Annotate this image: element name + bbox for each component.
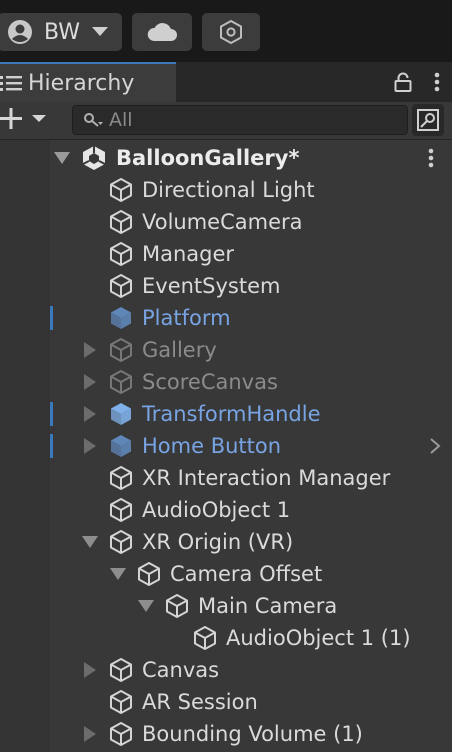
prefab-override-indicator	[50, 402, 53, 426]
tree-item-label: Bounding Volume (1)	[142, 722, 363, 746]
hierarchy-tree: BalloonGallery* Directional Light Volume…	[0, 140, 452, 752]
kebab-menu-icon[interactable]	[428, 148, 434, 168]
gameobject-cube-icon	[107, 528, 135, 556]
tree-item[interactable]: Manager	[0, 238, 452, 270]
expand-arrow-icon[interactable]	[54, 150, 70, 166]
hierarchy-list-icon	[0, 74, 22, 92]
top-toolbar: BW	[0, 0, 452, 62]
gameobject-cube-icon	[191, 624, 219, 652]
search-icon	[83, 112, 105, 128]
plus-icon	[0, 104, 24, 134]
tree-item-label: Home Button	[142, 434, 282, 458]
tree-item[interactable]: Directional Light	[0, 174, 452, 206]
tree-item-label: AudioObject 1	[142, 498, 291, 522]
tree-item[interactable]: XR Origin (VR)	[0, 526, 452, 558]
prefab-override-indicator	[50, 434, 53, 458]
prefab-override-indicator	[50, 306, 53, 330]
tree-item-label: XR Origin (VR)	[142, 530, 294, 554]
prefab-cube-icon	[107, 400, 135, 428]
expand-arrow-icon[interactable]	[110, 566, 126, 582]
tab-hierarchy[interactable]: Hierarchy	[0, 62, 176, 102]
gameobject-cube-icon	[107, 176, 135, 204]
tree-item-label: AR Session	[142, 690, 258, 714]
user-circle-icon	[6, 18, 34, 46]
gameobject-cube-icon	[107, 720, 135, 748]
search-input[interactable]: All	[72, 105, 408, 135]
tree-item[interactable]: AudioObject 1 (1)	[0, 622, 452, 654]
tree-item[interactable]: Camera Offset	[0, 558, 452, 590]
tree-item-label: VolumeCamera	[142, 210, 303, 234]
settings-button[interactable]	[202, 13, 260, 51]
lock-icon[interactable]	[394, 72, 412, 92]
caret-down-icon	[32, 114, 46, 124]
cloud-button[interactable]	[132, 13, 192, 51]
kebab-menu-icon[interactable]	[434, 72, 440, 92]
gameobject-cube-icon	[107, 336, 135, 364]
tree-item-label: Main Camera	[198, 594, 338, 618]
hexagon-settings-icon	[218, 19, 244, 45]
gameobject-cube-icon	[107, 464, 135, 492]
tree-item-label: Canvas	[142, 658, 220, 682]
tree-item[interactable]: AudioObject 1	[0, 494, 452, 526]
tree-item-label: ScoreCanvas	[142, 370, 278, 394]
collapse-arrow-icon[interactable]	[82, 342, 98, 358]
tree-item-label: Platform	[142, 306, 231, 330]
unity-scene-icon	[80, 144, 108, 172]
tab-title: Hierarchy	[28, 70, 135, 96]
search-by-type-icon	[416, 108, 440, 132]
add-object-button[interactable]	[0, 104, 46, 134]
tree-item[interactable]: Gallery	[0, 334, 452, 366]
tree-item-label: EventSystem	[142, 274, 281, 298]
collapse-arrow-icon[interactable]	[82, 726, 98, 742]
search-by-type-button[interactable]	[412, 104, 444, 136]
expand-arrow-icon[interactable]	[138, 598, 154, 614]
expand-arrow-icon[interactable]	[82, 534, 98, 550]
tab-strip: Hierarchy	[0, 62, 452, 102]
collapse-arrow-icon[interactable]	[82, 438, 98, 454]
prefab-cube-icon	[107, 304, 135, 332]
tree-item[interactable]: Home Button	[0, 430, 452, 462]
tree-item-label: Directional Light	[142, 178, 315, 202]
tree-item[interactable]: XR Interaction Manager	[0, 462, 452, 494]
tree-item[interactable]: EventSystem	[0, 270, 452, 302]
collapse-arrow-icon[interactable]	[82, 662, 98, 678]
tree-item-label: TransformHandle	[142, 402, 321, 426]
tree-item[interactable]: TransformHandle	[0, 398, 452, 430]
tree-item[interactable]: Bounding Volume (1)	[0, 718, 452, 750]
tree-item[interactable]: Platform	[0, 302, 452, 334]
collapse-arrow-icon[interactable]	[82, 406, 98, 422]
gameobject-cube-icon	[135, 560, 163, 588]
cloud-icon	[146, 21, 178, 43]
search-row: All	[0, 102, 452, 138]
chevron-right-icon[interactable]	[428, 438, 442, 454]
scene-row[interactable]: BalloonGallery*	[0, 142, 452, 174]
tree-item[interactable]: Main Camera	[0, 590, 452, 622]
collapse-arrow-icon[interactable]	[82, 374, 98, 390]
tree-item-label: XR Interaction Manager	[142, 466, 391, 490]
tree-item[interactable]: VolumeCamera	[0, 206, 452, 238]
account-dropdown[interactable]: BW	[0, 13, 122, 51]
tree-item-label: Gallery	[142, 338, 217, 362]
caret-down-icon	[92, 27, 109, 37]
tree-item-label: Manager	[142, 242, 235, 266]
tree-item[interactable]: AR Session	[0, 686, 452, 718]
prefab-cube-icon	[107, 432, 135, 460]
gameobject-cube-icon	[107, 368, 135, 396]
tree-item-label: AudioObject 1 (1)	[226, 626, 411, 650]
gameobject-cube-icon	[163, 592, 191, 620]
tree-item[interactable]: ScoreCanvas	[0, 366, 452, 398]
gameobject-cube-icon	[107, 688, 135, 716]
scene-label: BalloonGallery*	[116, 146, 300, 170]
gameobject-cube-icon	[107, 272, 135, 300]
account-initials: BW	[44, 19, 81, 45]
tree-item-label: Camera Offset	[170, 562, 323, 586]
gameobject-cube-icon	[107, 496, 135, 524]
search-placeholder: All	[109, 109, 133, 131]
tree-item[interactable]: Canvas	[0, 654, 452, 686]
gameobject-cube-icon	[107, 240, 135, 268]
gameobject-cube-icon	[107, 656, 135, 684]
gameobject-cube-icon	[107, 208, 135, 236]
